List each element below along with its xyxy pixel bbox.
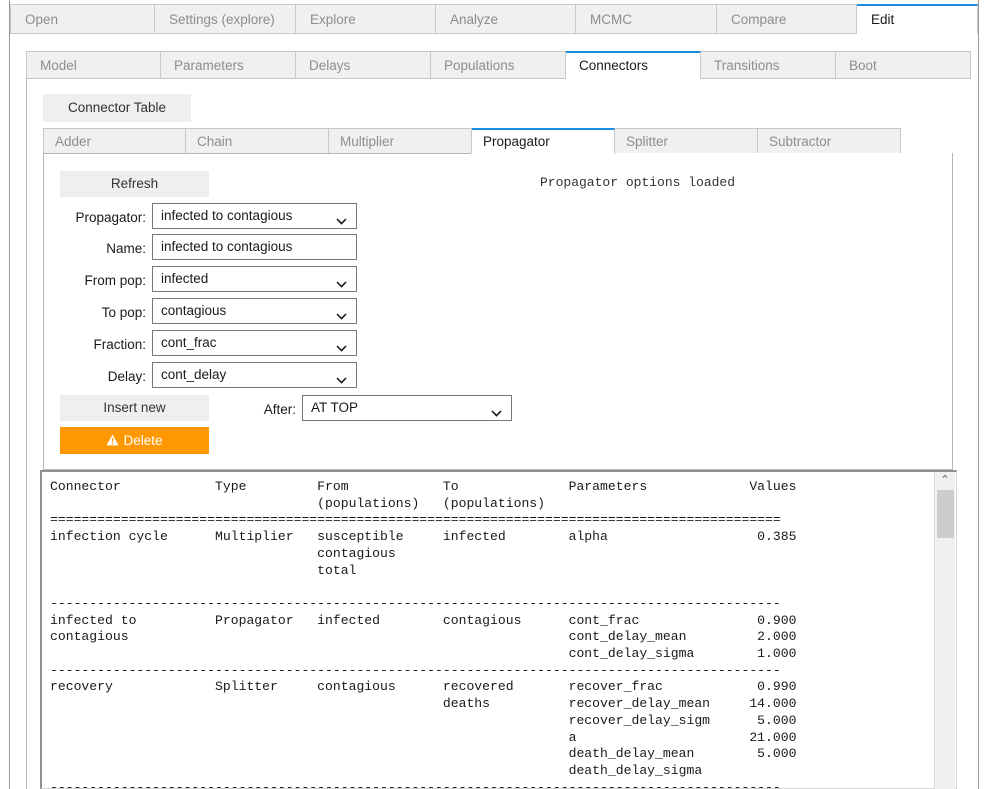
tab-label: Analyze bbox=[450, 12, 499, 27]
chevron-down-icon bbox=[336, 370, 347, 384]
tab-label: Chain bbox=[197, 134, 233, 149]
delete-button-label: Delete bbox=[123, 433, 163, 448]
tab-open[interactable]: Open bbox=[10, 4, 155, 34]
subtab-parameters[interactable]: Parameters bbox=[161, 51, 296, 79]
main-tab-bar: Open Settings (explore) Explore Analyze MCMC… bbox=[10, 4, 978, 34]
connector-tab-multiplier[interactable]: Multiplier bbox=[329, 128, 472, 154]
from-pop-label: From pop: bbox=[84, 273, 146, 288]
chevron-down-icon bbox=[336, 338, 347, 352]
tab-settings-explore[interactable]: Settings (explore) bbox=[155, 4, 296, 34]
connector-tab-propagator[interactable]: Propagator bbox=[472, 128, 615, 154]
delay-value: cont_delay bbox=[161, 367, 227, 382]
to-pop-value: contagious bbox=[161, 303, 227, 318]
connector-tab-chain[interactable]: Chain bbox=[186, 128, 329, 154]
tab-mcmc[interactable]: MCMC bbox=[576, 4, 717, 34]
tab-label: Compare bbox=[731, 12, 787, 27]
tab-label: Boot bbox=[849, 58, 877, 73]
after-select[interactable]: AT TOP bbox=[302, 395, 512, 421]
refresh-button[interactable]: Refresh bbox=[60, 171, 209, 197]
fraction-select[interactable]: cont_frac bbox=[152, 330, 357, 356]
tab-label: Populations bbox=[444, 58, 515, 73]
chevron-down-icon bbox=[336, 211, 347, 225]
delay-label: Delay: bbox=[107, 369, 146, 384]
connector-table-output[interactable]: Connector Type From To Parameters Values… bbox=[40, 470, 957, 789]
tab-label: Propagator bbox=[483, 134, 550, 149]
tab-label: Open bbox=[25, 12, 59, 27]
after-label: After: bbox=[263, 402, 296, 417]
tab-explore[interactable]: Explore bbox=[296, 4, 436, 34]
scroll-up-arrow-icon[interactable]: ⌃ bbox=[935, 472, 955, 489]
from-pop-value: infected bbox=[161, 271, 209, 286]
warning-triangle-icon bbox=[106, 428, 120, 455]
tab-label: Explore bbox=[310, 12, 356, 27]
subtab-connectors[interactable]: Connectors bbox=[566, 51, 701, 79]
window-outer-frame-right-edge bbox=[978, 0, 979, 789]
tab-label: Settings (explore) bbox=[169, 12, 275, 27]
connector-tab-splitter[interactable]: Splitter bbox=[615, 128, 758, 154]
chevron-down-icon bbox=[491, 403, 502, 417]
connector-tab-subtractor[interactable]: Subtractor bbox=[758, 128, 901, 154]
propagator-label: Propagator: bbox=[75, 210, 146, 225]
application-window: Open Settings (explore) Explore Analyze MCMC… bbox=[0, 0, 995, 789]
after-select-value: AT TOP bbox=[311, 400, 359, 415]
tab-label: Parameters bbox=[174, 58, 244, 73]
to-pop-select[interactable]: contagious bbox=[152, 298, 357, 324]
subtab-model[interactable]: Model bbox=[26, 51, 161, 79]
tab-label: Adder bbox=[55, 134, 92, 149]
subtab-delays[interactable]: Delays bbox=[296, 51, 431, 79]
tab-label: Edit bbox=[871, 12, 895, 27]
subtab-transitions[interactable]: Transitions bbox=[701, 51, 836, 79]
tab-label: Multiplier bbox=[340, 134, 395, 149]
connector-table-text: Connector Type From To Parameters Values… bbox=[50, 479, 797, 789]
tab-label: Delays bbox=[309, 58, 351, 73]
connector-table-button[interactable]: Connector Table bbox=[43, 94, 191, 122]
tab-label: Model bbox=[40, 58, 77, 73]
chevron-down-icon bbox=[336, 306, 347, 320]
from-pop-select[interactable]: infected bbox=[152, 266, 357, 292]
propagator-select[interactable]: infected to contagious bbox=[152, 203, 357, 229]
propagator-value: infected to contagious bbox=[161, 208, 293, 223]
name-input[interactable]: infected to contagious bbox=[152, 234, 357, 260]
subtab-boot[interactable]: Boot bbox=[836, 51, 971, 79]
tab-label: Transitions bbox=[714, 58, 780, 73]
edit-sub-tab-bar: Model Parameters Delays Populations Connecto… bbox=[26, 51, 971, 79]
tab-label: MCMC bbox=[590, 12, 632, 27]
delay-select[interactable]: cont_delay bbox=[152, 362, 357, 388]
insert-new-button[interactable]: Insert new bbox=[60, 395, 209, 421]
tab-compare[interactable]: Compare bbox=[717, 4, 857, 34]
to-pop-label: To pop: bbox=[101, 305, 146, 320]
delete-button[interactable]: Delete bbox=[60, 427, 209, 454]
connector-type-tab-bar: Adder Chain Multiplier Propagator Splitter Su… bbox=[43, 128, 902, 154]
tab-edit[interactable]: Edit bbox=[857, 4, 978, 34]
chevron-down-icon bbox=[336, 274, 347, 288]
propagator-panel-top-border bbox=[43, 153, 471, 154]
connector-table-scrollbar[interactable]: ⌃ bbox=[934, 472, 955, 789]
status-message: Propagator options loaded bbox=[540, 175, 736, 190]
subtab-populations[interactable]: Populations bbox=[431, 51, 566, 79]
tab-label: Connectors bbox=[579, 58, 649, 73]
name-label: Name: bbox=[106, 241, 146, 256]
scrollbar-thumb[interactable] bbox=[937, 490, 954, 538]
connector-tab-adder[interactable]: Adder bbox=[43, 128, 186, 154]
tab-label: Subtractor bbox=[769, 134, 832, 149]
fraction-label: Fraction: bbox=[93, 337, 146, 352]
tab-label: Splitter bbox=[626, 134, 669, 149]
tab-analyze[interactable]: Analyze bbox=[436, 4, 576, 34]
fraction-value: cont_frac bbox=[161, 335, 217, 350]
name-value: infected to contagious bbox=[161, 239, 293, 254]
